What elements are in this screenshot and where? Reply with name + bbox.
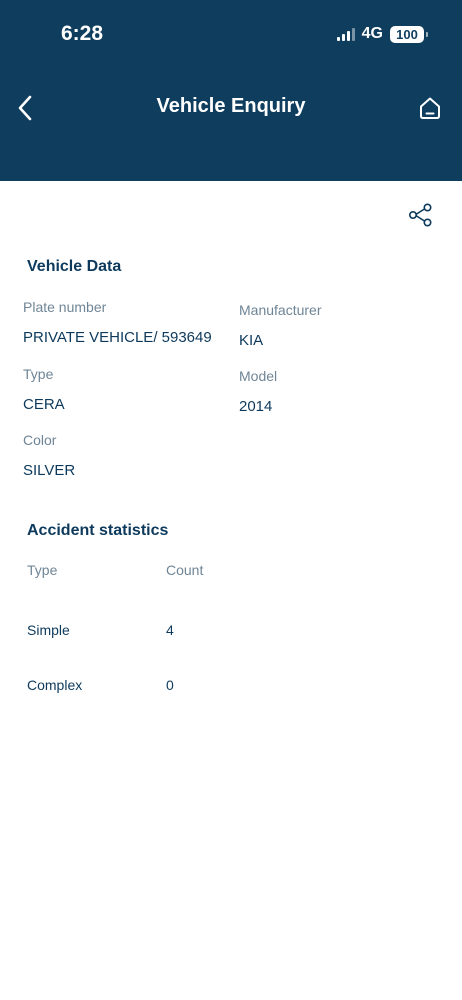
network-type: 4G	[361, 25, 383, 42]
plate-number-label: Plate number	[23, 299, 107, 315]
vehicle-data-title: Vehicle Data	[27, 258, 122, 275]
row-type-cell: Complex	[27, 677, 83, 693]
row-count-cell: 0	[166, 677, 174, 693]
row-type-cell: Simple	[27, 622, 70, 638]
status-time: 6:28	[61, 22, 104, 45]
share-button[interactable]	[405, 200, 435, 230]
signal-icon	[336, 27, 355, 41]
status-indicators: 4G 100	[336, 24, 428, 44]
manufacturer-label: Manufacturer	[239, 302, 322, 318]
accident-statistics-title: Accident statistics	[27, 522, 169, 539]
manufacturer-value: KIA	[239, 332, 264, 349]
page-title: Vehicle Enquiry	[156, 95, 306, 117]
app-header: 6:28 4G 100 Vehicle Enquiry	[0, 0, 462, 181]
row-count-cell: 4	[166, 622, 174, 638]
home-button[interactable]	[416, 94, 444, 122]
model-value: 2014	[239, 398, 273, 415]
column-header-type: Type	[27, 562, 58, 578]
color-label: Color	[23, 432, 57, 448]
type-label: Type	[23, 366, 54, 382]
column-header-count: Count	[166, 562, 204, 578]
type-value: CERA	[23, 396, 65, 413]
plate-number-value: PRIVATE VEHICLE/ 593649	[23, 329, 212, 346]
share-icon	[408, 203, 432, 227]
color-value: SILVER	[23, 462, 76, 479]
model-label: Model	[239, 368, 278, 384]
battery-icon: 100	[390, 25, 428, 43]
home-icon	[420, 97, 440, 119]
